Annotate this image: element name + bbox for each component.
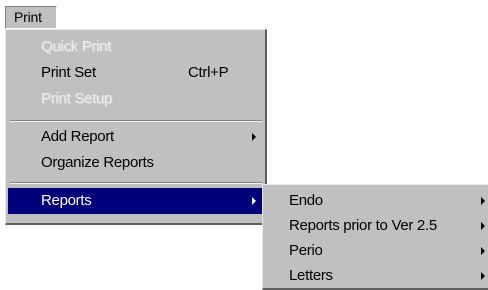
menu-item-add-report[interactable]: Add Report [8,124,264,150]
menu-item-organize-reports[interactable]: Organize Reports [8,150,264,176]
menu-item-shortcut: Ctrl+P [188,64,229,81]
submenu-item-letters[interactable]: Letters [265,263,488,288]
menu-item-label: Add Report [41,128,114,145]
submenu-item-endo[interactable]: Endo [265,188,488,213]
reports-submenu: Endo Reports prior to Ver 2.5 Perio Lett… [262,184,488,290]
submenu-arrow-icon [481,197,485,205]
menu-item-quick-print: Quick Print [8,34,264,60]
menu-item-print-set[interactable]: Print Set Ctrl+P [8,60,264,86]
submenu-item-label: Reports prior to Ver 2.5 [289,217,437,234]
menubar-print-label: Print [14,9,42,25]
menu-item-label: Print Set [41,64,96,81]
submenu-arrow-icon [481,222,485,230]
menu-item-label: Reports [41,192,92,209]
menu-item-print-setup: Print Setup [8,86,264,112]
submenu-item-perio[interactable]: Perio [265,238,488,263]
menubar-print[interactable]: Print [5,6,57,29]
submenu-arrow-icon [252,197,256,205]
print-menu: Quick Print Print Set Ctrl+P Print Setup… [5,29,267,225]
submenu-arrow-icon [252,133,256,141]
submenu-item-label: Letters [289,267,333,284]
menu-item-reports[interactable]: Reports [8,188,264,214]
screen: Print Quick Print Print Set Ctrl+P Print… [0,0,488,290]
menu-separator [10,182,262,184]
menu-separator [10,120,262,122]
submenu-item-reports-prior[interactable]: Reports prior to Ver 2.5 [265,213,488,238]
menu-item-label: Organize Reports [41,154,154,171]
submenu-item-label: Endo [289,192,323,209]
menu-item-label: Quick Print [41,38,112,55]
submenu-item-label: Perio [289,242,323,259]
menu-item-label: Print Setup [41,90,112,107]
submenu-arrow-icon [481,247,485,255]
submenu-arrow-icon [481,272,485,280]
